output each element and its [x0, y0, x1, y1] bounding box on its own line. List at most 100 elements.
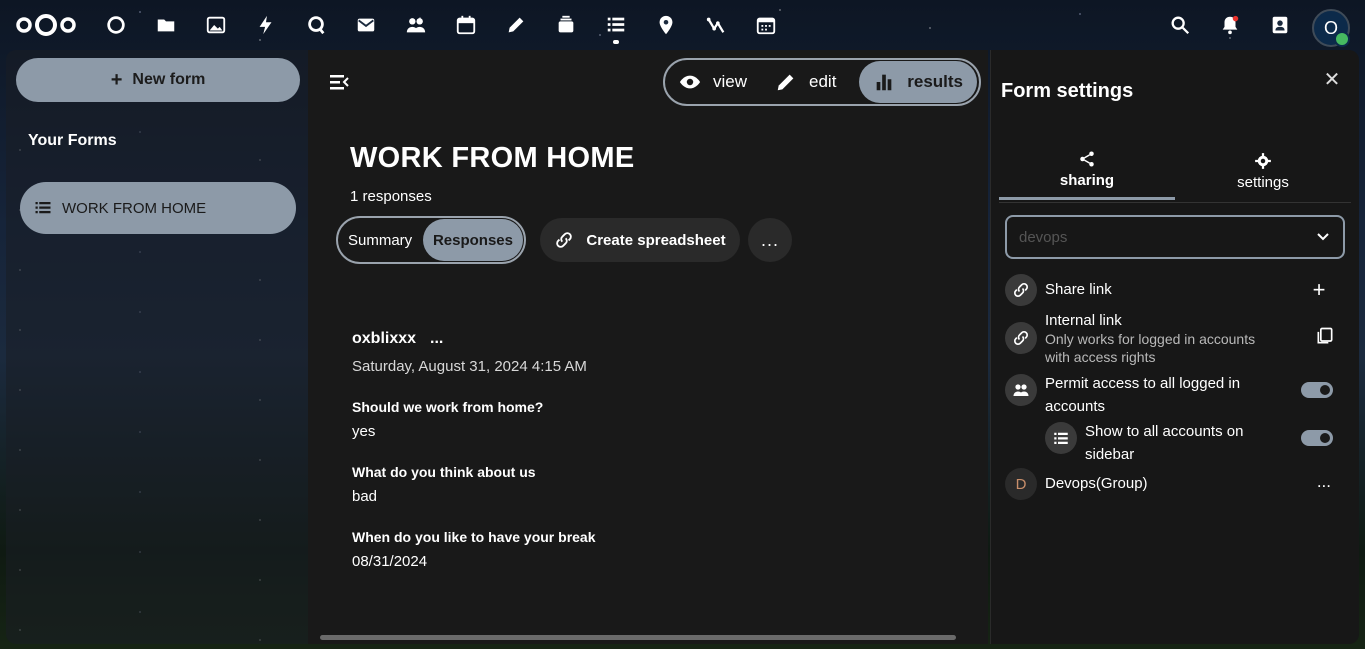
pencil-icon	[777, 74, 794, 91]
horizontal-scrollbar[interactable]	[312, 633, 984, 641]
add-share-link-icon[interactable]: +	[1307, 277, 1331, 302]
top-bar: O	[0, 0, 1365, 50]
group-avatar: D	[1005, 468, 1037, 500]
notes-icon[interactable]	[502, 11, 530, 39]
show-sidebar-label: Show to all accounts on sidebar	[1085, 423, 1244, 463]
calendar-icon[interactable]	[452, 11, 480, 39]
response-user: oxblixxx ...	[352, 330, 952, 348]
internal-link-label: Internal link	[1045, 312, 1122, 329]
more-icon: ...	[760, 229, 779, 250]
active-app-indicator	[613, 40, 619, 44]
copy-icon[interactable]	[1315, 326, 1335, 346]
link-icon	[1005, 322, 1037, 354]
response-more-icon[interactable]: ...	[430, 330, 443, 348]
permit-access-row: Permit access to all logged in accounts	[1005, 372, 1345, 418]
tab-sharing-label: sharing	[1059, 172, 1115, 189]
new-form-button[interactable]: + New form	[16, 58, 300, 102]
summary-tab[interactable]: Summary	[338, 219, 422, 261]
mail-icon[interactable]	[352, 11, 380, 39]
response-count: 1 responses	[350, 188, 432, 205]
view-mode-switch: view edit results	[663, 58, 981, 106]
notifications-icon[interactable]	[1216, 11, 1244, 39]
answer-text: 08/31/2024	[352, 553, 428, 570]
nextcloud-logo-icon[interactable]	[14, 12, 78, 38]
question-text: When do you like to have your break	[352, 529, 596, 545]
plus-icon: +	[110, 68, 123, 91]
your-forms-heading: Your Forms	[28, 132, 117, 149]
analytics-icon[interactable]	[702, 11, 730, 39]
answer-text: yes	[352, 423, 376, 440]
form-list-item-label: WORK FROM HOME	[62, 199, 207, 217]
photos-icon[interactable]	[202, 11, 230, 39]
permit-access-toggle[interactable]	[1301, 382, 1333, 398]
group-icon	[1005, 374, 1037, 406]
share-entry-group: D Devops(Group) ...	[1005, 468, 1345, 500]
toggle-navigation-icon[interactable]	[328, 72, 350, 92]
toggle-switch	[1301, 382, 1333, 398]
tab-settings-label: settings	[1237, 173, 1289, 191]
permit-access-label: Permit access to all logged in accounts	[1045, 375, 1241, 415]
create-spreadsheet-button[interactable]: Create spreadsheet	[540, 218, 740, 262]
toggle-switch	[1301, 430, 1333, 446]
results-view-toggle: Summary Responses	[336, 216, 526, 264]
files-icon[interactable]	[152, 11, 180, 39]
maps-icon[interactable]	[652, 11, 680, 39]
form-settings-sidebar: Form settings ✕ sharing settings devops …	[990, 50, 1359, 644]
response-date: Saturday, August 31, 2024 4:15 AM	[352, 358, 587, 375]
sidebar-tabs: sharing settings	[999, 142, 1351, 203]
question-text: Should we work from home?	[352, 399, 544, 415]
calendar-alt-icon[interactable]	[752, 11, 780, 39]
form-title: WORK FROM HOME	[350, 142, 635, 174]
responses-tab[interactable]: Responses	[422, 219, 523, 261]
sidebar-title: Form settings	[1001, 80, 1134, 102]
create-spreadsheet-label: Create spreadsheet	[586, 231, 726, 249]
list-icon	[1045, 422, 1077, 454]
results-button[interactable]: results	[859, 61, 977, 103]
more-actions-button[interactable]: ...	[748, 218, 792, 262]
chevron-down-icon	[1317, 233, 1329, 241]
forms-icon[interactable]	[602, 11, 630, 44]
share-link-row: Share link +	[1005, 274, 1345, 306]
link-icon	[1005, 274, 1037, 306]
view-button[interactable]: view	[665, 61, 761, 103]
show-sidebar-toggle[interactable]	[1301, 430, 1333, 446]
dashboard-icon[interactable]	[102, 11, 130, 39]
share-link-label: Share link	[1045, 281, 1112, 298]
response-card: oxblixxx ... Saturday, August 31, 2024 4…	[352, 330, 952, 570]
app-navigation: + New form Your Forms WORK FROM HOME	[6, 50, 308, 644]
question-text: What do you think about us	[352, 464, 536, 480]
link-icon	[556, 232, 573, 248]
tab-settings[interactable]: settings	[1175, 142, 1351, 200]
eye-icon	[679, 75, 701, 89]
tab-sharing[interactable]: sharing	[999, 142, 1175, 200]
internal-link-row: Internal link Only works for logged in a…	[1005, 312, 1345, 366]
contacts-icon[interactable]	[402, 11, 430, 39]
view-label: view	[713, 72, 748, 91]
show-sidebar-row: Show to all accounts on sidebar	[1045, 420, 1345, 466]
close-icon[interactable]: ✕	[1321, 68, 1343, 91]
online-status-indicator	[1334, 31, 1350, 47]
results-label: results	[907, 72, 963, 91]
gear-icon	[1255, 152, 1271, 169]
share-search-value: devops	[1019, 228, 1068, 246]
contacts-menu-icon[interactable]	[1266, 11, 1294, 39]
answer-text: bad	[352, 488, 378, 505]
group-name: Devops(Group)	[1045, 475, 1148, 492]
main-content: view edit results WORK FROM HOME 1 respo…	[308, 50, 988, 644]
share-search-select[interactable]: devops	[1005, 215, 1345, 259]
scrollbar-thumb[interactable]	[320, 635, 956, 640]
respondent-name: oxblixxx	[352, 330, 417, 347]
edit-button[interactable]: edit	[761, 61, 850, 103]
group-more-icon[interactable]: ...	[1317, 472, 1331, 492]
search-icon[interactable]	[1166, 11, 1194, 39]
share-icon	[1080, 151, 1094, 167]
user-avatar[interactable]: O	[1312, 9, 1350, 47]
deck-icon[interactable]	[552, 11, 580, 39]
edit-label: edit	[809, 72, 837, 91]
new-form-label: New form	[132, 71, 206, 88]
form-list-item[interactable]: WORK FROM HOME	[20, 182, 296, 234]
activity-icon[interactable]	[252, 11, 280, 39]
talk-icon[interactable]	[302, 11, 330, 39]
bar-chart-icon	[876, 74, 892, 91]
form-list-icon	[35, 202, 51, 214]
